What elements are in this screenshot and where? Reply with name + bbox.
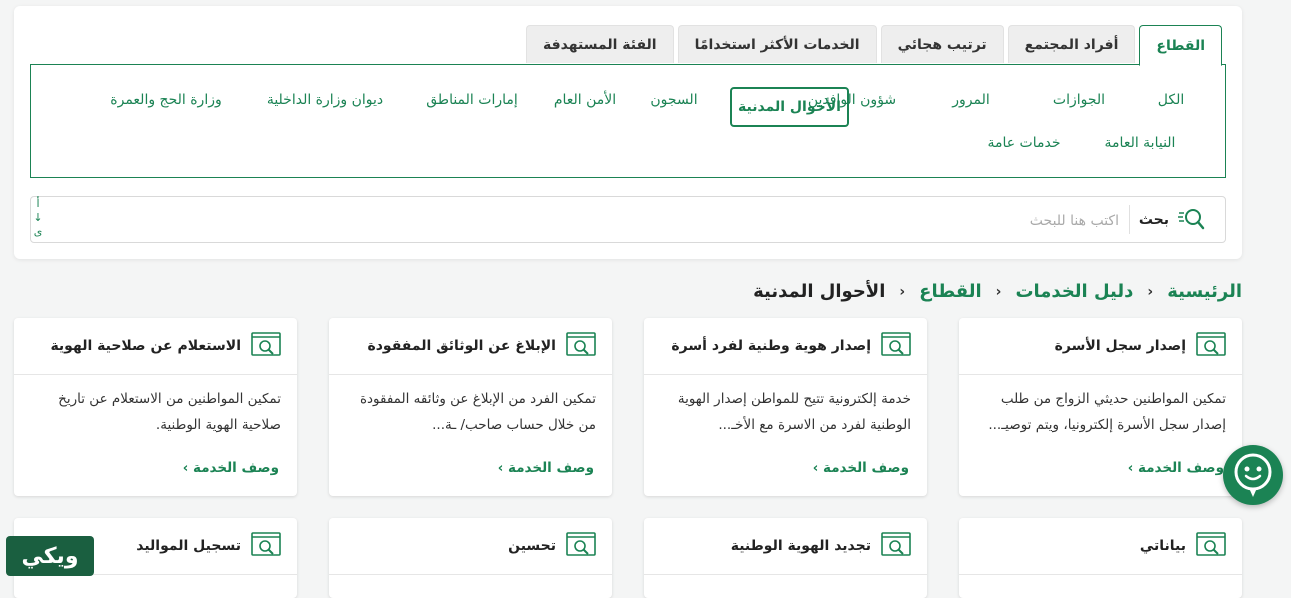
breadcrumb-sector[interactable]: القطاع — [919, 281, 981, 302]
card-description: خدمة إلكترونية تتيح للمواطن إصدار الهوية… — [677, 391, 911, 433]
service-card[interactable]: إصدار هوية وطنية لفرد أسرة خدمة إلكتروني… — [644, 318, 927, 496]
search-box: بحث أ ↓ ى — [30, 196, 1226, 243]
card-title[interactable]: بياناتي — [1140, 518, 1186, 574]
search-input[interactable] — [137, 205, 1121, 236]
breadcrumb-separator: › — [1147, 283, 1154, 300]
service-search-icon — [881, 532, 911, 556]
service-search-icon — [566, 532, 596, 556]
service-description-link[interactable]: وصف الخدمة › — [813, 460, 909, 476]
breadcrumb-separator: › — [995, 283, 1002, 300]
search-icon — [1178, 209, 1205, 230]
card-header: إصدار سجل الأسرة — [959, 318, 1242, 375]
category-public-prosecution[interactable]: النيابة العامة — [1077, 123, 1203, 163]
service-card[interactable]: الإبلاغ عن الوثائق المفقودة تمكين الفرد … — [329, 318, 612, 496]
breadcrumb-services-guide[interactable]: دليل الخدمات — [1015, 281, 1133, 302]
service-description-link[interactable]: وصف الخدمة › — [183, 460, 279, 476]
category-list: الكل الجوازات المرور شؤون الوافدين الأحو… — [30, 64, 1226, 178]
card-header: تحسين — [329, 518, 612, 575]
service-search-icon — [251, 332, 281, 356]
service-card[interactable]: تجديد الهوية الوطنية — [644, 518, 927, 598]
tab-bar: القطاع أفراد المجتمع ترتيب هجائي الخدمات… — [526, 25, 1222, 66]
tab-community-members[interactable]: أفراد المجتمع — [1007, 25, 1136, 63]
search-label: بحث — [1138, 211, 1169, 228]
category-hajj-umrah[interactable]: وزارة الحج والعمرة — [91, 80, 241, 120]
breadcrumb-separator: › — [899, 283, 906, 300]
category-general-services[interactable]: خدمات عامة — [971, 123, 1077, 163]
service-card[interactable]: الاستعلام عن صلاحية الهوية تمكين المواطن… — [14, 318, 297, 496]
category-passports[interactable]: الجوازات — [1019, 80, 1139, 120]
service-description-link[interactable]: وصف الخدمة › — [498, 460, 594, 476]
category-traffic[interactable]: المرور — [923, 80, 1019, 120]
card-description: تمكين الفرد من الإبلاغ عن وثائقه المفقود… — [359, 391, 596, 433]
card-title[interactable]: تجديد الهوية الوطنية — [731, 518, 871, 574]
tab-sector[interactable]: القطاع — [1139, 25, 1222, 66]
service-card[interactable]: تحسين — [329, 518, 612, 598]
card-header: الإبلاغ عن الوثائق المفقودة — [329, 318, 612, 375]
service-search-icon — [251, 532, 281, 556]
card-title[interactable]: تحسين — [508, 518, 556, 574]
keyboard-hint[interactable]: أ ↓ ى — [31, 197, 45, 242]
card-title[interactable]: إصدار هوية وطنية لفرد أسرة — [671, 318, 871, 374]
breadcrumb-home[interactable]: الرئيسية — [1167, 281, 1242, 302]
card-title[interactable]: الإبلاغ عن الوثائق المفقودة — [367, 318, 556, 374]
card-header: إصدار هوية وطنية لفرد أسرة — [644, 318, 927, 375]
service-search-icon — [566, 332, 596, 356]
service-description-link[interactable]: وصف الخدمة › — [1128, 460, 1224, 476]
service-search-icon — [1196, 332, 1226, 356]
card-title[interactable]: تسجيل المواليد — [136, 518, 241, 574]
service-card[interactable]: بياناتي — [959, 518, 1242, 598]
card-title[interactable]: إصدار سجل الأسرة — [1055, 318, 1186, 374]
card-title[interactable]: الاستعلام عن صلاحية الهوية — [50, 318, 241, 374]
category-all[interactable]: الكل — [1139, 80, 1203, 120]
chat-assistant-button[interactable] — [1223, 445, 1283, 505]
service-search-icon — [881, 332, 911, 356]
tab-alphabetical[interactable]: ترتيب هجائي — [880, 25, 1004, 63]
chatbot-icon — [1234, 453, 1272, 497]
breadcrumb: الرئيسية › دليل الخدمات › القطاع › الأحو… — [753, 281, 1242, 302]
category-regional-emirates[interactable]: إمارات المناطق — [409, 80, 535, 120]
search-divider — [1129, 205, 1130, 234]
card-header: الاستعلام عن صلاحية الهوية — [14, 318, 297, 375]
service-card[interactable]: إصدار سجل الأسرة تمكين المواطنين حديثي ا… — [959, 318, 1242, 496]
card-header: بياناتي — [959, 518, 1242, 575]
tab-target-group[interactable]: الفئة المستهدفة — [526, 25, 674, 63]
filter-panel: القطاع أفراد المجتمع ترتيب هجائي الخدمات… — [14, 6, 1242, 259]
tab-most-used[interactable]: الخدمات الأكثر استخدامًا — [677, 25, 877, 63]
card-description: تمكين المواطنين من الاستعلام عن تاريخ صل… — [58, 391, 281, 433]
card-header: تجديد الهوية الوطنية — [644, 518, 927, 575]
card-description: تمكين المواطنين حديثي الزواج من طلب إصدا… — [988, 391, 1226, 433]
category-civil-affairs[interactable]: الأحوال المدنية — [730, 87, 849, 127]
breadcrumb-current: الأحوال المدنية — [753, 281, 886, 302]
wiki-logo: ويكي — [6, 536, 94, 576]
category-public-security[interactable]: الأمن العام — [535, 80, 635, 120]
service-search-icon — [1196, 532, 1226, 556]
category-interior-ministry-court[interactable]: ديوان وزارة الداخلية — [241, 80, 409, 120]
